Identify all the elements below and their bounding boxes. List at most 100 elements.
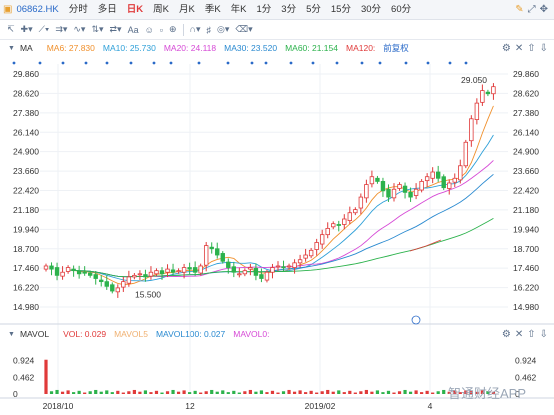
candle-body[interactable] (391, 188, 397, 199)
candle-body[interactable] (226, 261, 231, 268)
event-marker[interactable] (169, 61, 173, 65)
event-marker[interactable] (448, 61, 452, 65)
candle-body[interactable] (253, 267, 259, 276)
event-e-icon[interactable] (411, 315, 421, 325)
candle-body[interactable] (60, 271, 65, 277)
candle-body[interactable] (408, 191, 413, 198)
candle-body[interactable] (115, 287, 121, 293)
candle-body[interactable] (264, 271, 270, 281)
candle-body[interactable] (198, 265, 203, 274)
candle-body[interactable] (480, 90, 485, 103)
event-marker[interactable] (335, 61, 339, 65)
event-marker[interactable] (264, 61, 268, 65)
candle-body[interactable] (430, 171, 435, 179)
candle-body[interactable] (176, 270, 181, 273)
candle-body[interactable] (132, 274, 137, 278)
event-marker[interactable] (250, 61, 254, 65)
candle-body[interactable] (447, 182, 452, 189)
candle-body[interactable] (237, 273, 242, 276)
candle-body[interactable] (435, 171, 441, 179)
candle-body[interactable] (104, 281, 109, 287)
event-marker[interactable] (289, 61, 293, 65)
candle-body[interactable] (242, 270, 248, 275)
candle-body[interactable] (491, 86, 496, 95)
candle-body[interactable] (314, 242, 319, 250)
candle-body[interactable] (347, 212, 353, 221)
candle-body[interactable] (154, 270, 159, 275)
candle-body[interactable] (99, 279, 104, 283)
event-marker[interactable] (197, 61, 201, 65)
candle-body[interactable] (281, 266, 286, 269)
candle-body[interactable] (469, 118, 474, 142)
event-marker[interactable] (152, 61, 156, 65)
candle-body[interactable] (110, 284, 115, 292)
event-marker[interactable] (105, 61, 109, 65)
candle-body[interactable] (413, 188, 419, 196)
candle-body[interactable] (76, 270, 82, 275)
candle-body[interactable] (369, 176, 375, 185)
event-marker[interactable] (226, 61, 230, 65)
candle-body[interactable] (165, 268, 170, 273)
candle-body[interactable] (192, 267, 198, 273)
candle-body[interactable] (286, 265, 292, 268)
event-marker[interactable] (12, 61, 16, 65)
candle-body[interactable] (353, 209, 358, 214)
event-marker[interactable] (404, 61, 408, 65)
event-marker[interactable] (84, 61, 88, 65)
candle-body[interactable] (441, 176, 446, 189)
event-marker[interactable] (378, 61, 382, 65)
candle-body[interactable] (170, 269, 176, 273)
candle-body[interactable] (121, 281, 126, 288)
event-marker[interactable] (61, 61, 65, 65)
candle-body[interactable] (303, 254, 308, 259)
candle-body[interactable] (386, 188, 391, 198)
candle-body[interactable] (292, 262, 297, 268)
candle-body[interactable] (65, 267, 71, 272)
candle-body[interactable] (137, 273, 143, 276)
candle-body[interactable] (336, 224, 341, 226)
candle-body[interactable] (275, 265, 281, 268)
candle-body[interactable] (203, 245, 209, 266)
candle-body[interactable] (358, 196, 364, 209)
event-marker[interactable] (360, 61, 364, 65)
candle-body[interactable] (187, 267, 192, 270)
event-marker[interactable] (129, 61, 133, 65)
candle-body[interactable] (308, 249, 314, 257)
candle-body[interactable] (452, 177, 457, 183)
candle-body[interactable] (82, 271, 87, 274)
candle-body[interactable] (397, 184, 402, 189)
candle-body[interactable] (424, 176, 430, 182)
event-marker[interactable] (426, 61, 430, 65)
candle-body[interactable] (49, 265, 54, 270)
event-marker[interactable] (311, 61, 315, 65)
candle-body[interactable] (126, 276, 132, 284)
candle-body[interactable] (463, 141, 469, 167)
candle-body[interactable] (458, 165, 463, 181)
candle-body[interactable] (419, 181, 424, 191)
candle-body[interactable] (297, 259, 303, 264)
candle-body[interactable] (270, 267, 275, 273)
candle-body[interactable] (181, 267, 187, 273)
event-marker[interactable] (38, 61, 42, 65)
candle-body[interactable] (325, 227, 330, 236)
candle-body[interactable] (380, 181, 386, 192)
candle-body[interactable] (43, 265, 49, 270)
candle-body[interactable] (402, 185, 408, 193)
candle-body[interactable] (259, 274, 264, 279)
candle-body[interactable] (209, 246, 214, 250)
candle-body[interactable] (485, 91, 491, 95)
candle-body[interactable] (231, 266, 237, 273)
candle-body[interactable] (143, 274, 148, 278)
candle-body[interactable] (364, 184, 369, 199)
kline-chart[interactable]: 29.860 29.860 28.620 28.620 27.380 27.380 26.1… (0, 0, 554, 415)
candle-body[interactable] (93, 274, 98, 279)
candle-body[interactable] (215, 248, 220, 256)
candle-body[interactable] (54, 267, 60, 276)
candle-body[interactable] (148, 271, 154, 277)
candle-body[interactable] (159, 270, 165, 275)
candle-body[interactable] (87, 272, 93, 276)
candle-body[interactable] (331, 223, 336, 228)
candle-body[interactable] (375, 177, 380, 182)
event-marker[interactable] (464, 61, 468, 65)
candle-body[interactable] (248, 267, 253, 270)
